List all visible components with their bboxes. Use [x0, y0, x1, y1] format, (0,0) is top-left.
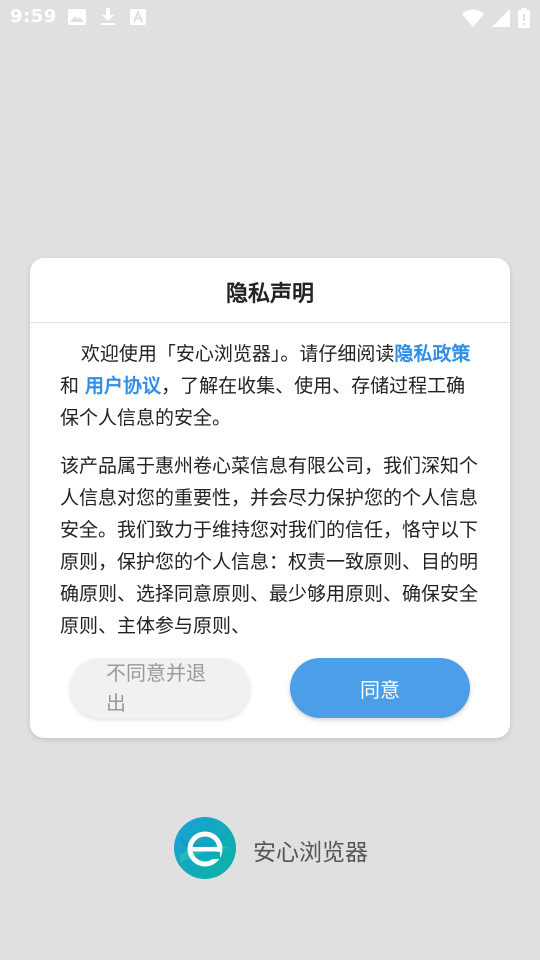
divider [30, 322, 510, 323]
status-time: 9:59 [10, 6, 57, 27]
app-logo-icon [172, 815, 238, 885]
app-name: 安心浏览器 [253, 840, 368, 866]
battery-icon [518, 8, 530, 32]
and-text: 和 [60, 375, 86, 397]
status-left-icons [68, 8, 146, 30]
status-right-icons [462, 8, 530, 32]
signal-icon [492, 9, 510, 31]
privacy-dialog: 隐私声明 欢迎使用「安心浏览器」。请仔细阅读隐私政策 和 用户协议，了解在收集、… [30, 258, 510, 738]
intro-prefix: 欢迎使用「安心浏览器」。请仔细阅读 [80, 343, 395, 365]
image-icon [68, 9, 86, 29]
font-icon [130, 9, 146, 29]
decline-and-exit-button[interactable]: 不同意并退出 [70, 658, 250, 718]
principles-paragraph: 该产品属于惠州卷心菜信息有限公司，我们深知个人信息对您的重要性，并会尽力保护您的… [60, 455, 479, 637]
status-bar: 9:59 [0, 0, 540, 36]
dialog-body[interactable]: 欢迎使用「安心浏览器」。请仔细阅读隐私政策 和 用户协议，了解在收集、使用、存储… [60, 338, 480, 638]
privacy-policy-link[interactable]: 隐私政策 [394, 343, 470, 365]
dialog-title: 隐私声明 [225, 282, 314, 307]
app-branding: 安心浏览器 [172, 815, 368, 885]
download-icon [100, 8, 116, 30]
intro-paragraph: 欢迎使用「安心浏览器」。请仔细阅读隐私政策 和 用户协议，了解在收集、使用、存储… [60, 338, 480, 434]
user-agreement-link[interactable]: 用户协议 [85, 375, 161, 397]
agree-button[interactable]: 同意 [290, 658, 470, 718]
wifi-icon [462, 9, 484, 31]
